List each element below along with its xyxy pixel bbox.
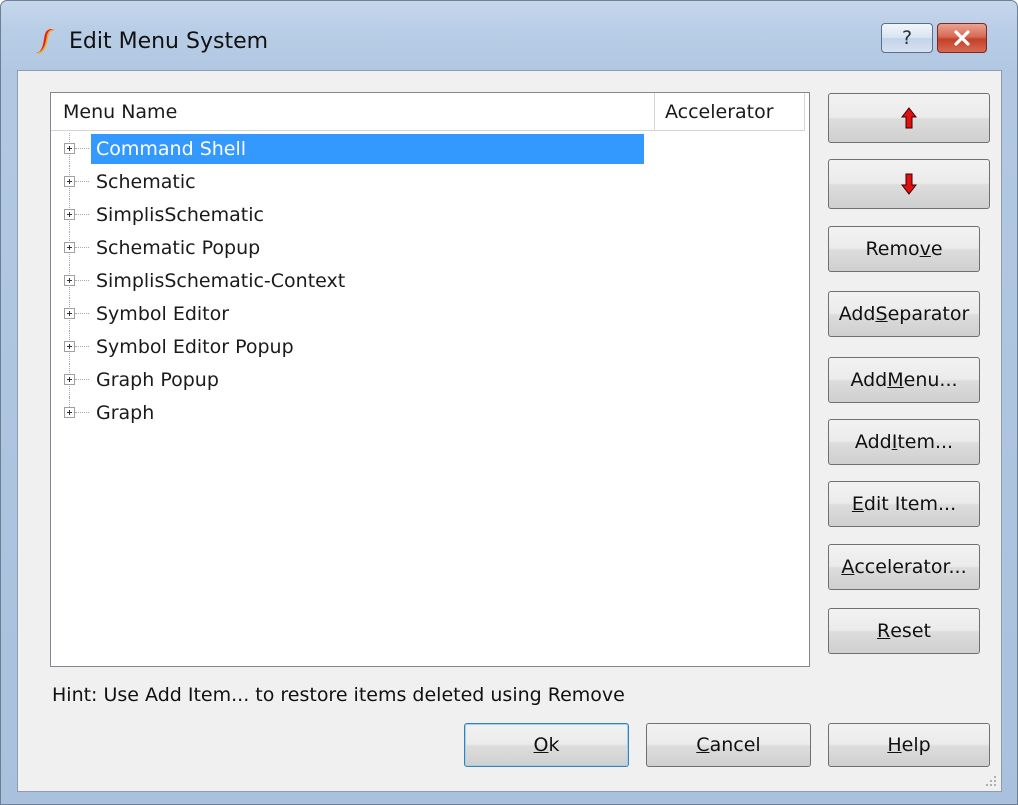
move-down-button[interactable] — [828, 159, 990, 209]
button-text: eset — [890, 620, 931, 642]
button-text: enu... — [903, 369, 958, 391]
column-header-menu-name[interactable]: Menu Name — [51, 93, 655, 131]
tree-item[interactable]: Symbol Editor Popup — [51, 331, 809, 364]
button-mnemonic: E — [851, 493, 864, 515]
button-mnemonic: M — [887, 369, 904, 391]
expand-icon[interactable] — [64, 275, 75, 286]
button-mnemonic: S — [875, 303, 888, 325]
tree-item-label: Symbol Editor Popup — [96, 336, 294, 358]
tree-connector — [75, 313, 89, 314]
button-text: Remo — [865, 238, 920, 260]
question-mark-icon: ? — [901, 27, 913, 49]
button-text: k — [548, 734, 560, 756]
menu-tree-view[interactable]: Menu Name Accelerator Command Shell Sche… — [50, 92, 810, 667]
button-text: e — [930, 238, 943, 260]
button-text: eparator — [887, 303, 970, 325]
hint-text: Hint: Use Add Item... to restore items d… — [52, 684, 625, 706]
help-title-button[interactable]: ? — [881, 23, 933, 53]
expand-icon[interactable] — [64, 242, 75, 253]
tree-connector — [75, 247, 89, 248]
cancel-button[interactable]: Cancel — [646, 723, 811, 767]
window-title: Edit Menu System — [69, 29, 269, 54]
expand-icon[interactable] — [64, 176, 75, 187]
tree-item[interactable]: Graph — [51, 397, 809, 430]
tree-connector — [75, 148, 89, 149]
tree-connector — [75, 181, 89, 182]
tree-item-label: Schematic — [96, 171, 196, 193]
button-text: ccelerator... — [854, 556, 967, 578]
help-button[interactable]: Help — [828, 723, 990, 767]
button-mnemonic: H — [887, 734, 902, 756]
add-separator-button[interactable]: Add Separator — [828, 291, 980, 337]
expand-icon[interactable] — [64, 407, 75, 418]
tree-item[interactable]: Command Shell — [51, 133, 809, 166]
button-mnemonic: A — [841, 556, 855, 578]
simplis-logo-icon — [36, 29, 55, 54]
move-up-button[interactable] — [828, 93, 990, 143]
button-text: Add — [838, 303, 876, 325]
tree-header: Menu Name Accelerator — [51, 93, 809, 131]
tree-connector — [75, 280, 89, 281]
column-header-accelerator[interactable]: Accelerator — [655, 93, 805, 131]
add-menu-button[interactable]: Add Menu... — [828, 357, 980, 403]
arrow-up-icon — [901, 107, 917, 129]
tree-item-label: Command Shell — [91, 134, 644, 164]
reset-button[interactable]: Reset — [828, 608, 980, 654]
dialog-body: Menu Name Accelerator Command Shell Sche… — [17, 70, 1002, 792]
tree-item[interactable]: Graph Popup — [51, 364, 809, 397]
tree-item[interactable]: Schematic — [51, 166, 809, 199]
button-text: dit Item... — [863, 493, 957, 515]
resize-grip-icon[interactable] — [983, 773, 997, 787]
button-text: tem... — [897, 431, 954, 453]
expand-icon[interactable] — [64, 341, 75, 352]
add-item-button[interactable]: Add Item... — [828, 419, 980, 465]
tree-connector — [75, 379, 89, 380]
edit-menu-system-dialog: Edit Menu System ? Menu Name Accelerator… — [0, 0, 1018, 805]
expand-icon[interactable] — [64, 308, 75, 319]
tree-connector — [75, 214, 89, 215]
tree-item-label: Schematic Popup — [96, 237, 261, 259]
expand-icon[interactable] — [64, 374, 75, 385]
button-mnemonic: C — [696, 734, 710, 756]
tree-item[interactable]: Symbol Editor — [51, 298, 809, 331]
button-mnemonic: v — [919, 238, 931, 260]
button-text: Add — [850, 369, 888, 391]
tree-item[interactable]: Schematic Popup — [51, 232, 809, 265]
button-text: elp — [901, 734, 931, 756]
remove-button[interactable]: Remo v e — [828, 226, 980, 272]
arrow-down-icon — [901, 173, 917, 195]
edit-item-button[interactable]: Edit Item... — [828, 481, 980, 527]
ok-button[interactable]: Ok — [464, 723, 629, 767]
tree-connector — [75, 346, 89, 347]
expand-icon[interactable] — [64, 143, 75, 154]
tree-item-label: SimplisSchematic — [96, 204, 264, 226]
button-text: ancel — [709, 734, 761, 756]
title-bar: Edit Menu System ? — [1, 1, 1017, 54]
button-mnemonic: R — [877, 620, 891, 642]
tree-item-label: SimplisSchematic-Context — [96, 270, 346, 292]
close-icon — [954, 30, 970, 46]
tree-item[interactable]: SimplisSchematic — [51, 199, 809, 232]
tree-item-label: Symbol Editor — [96, 303, 230, 325]
button-mnemonic: O — [533, 734, 549, 756]
button-text: Add — [854, 431, 892, 453]
expand-icon[interactable] — [64, 209, 75, 220]
close-button[interactable] — [937, 23, 987, 53]
accelerator-button[interactable]: Accelerator... — [828, 544, 980, 590]
tree-item-label: Graph Popup — [96, 369, 219, 391]
tree-rows: Command Shell Schematic SimplisSchematic — [51, 133, 809, 430]
tree-item[interactable]: SimplisSchematic-Context — [51, 265, 809, 298]
tree-connector — [75, 412, 89, 413]
tree-item-label: Graph — [96, 402, 155, 424]
